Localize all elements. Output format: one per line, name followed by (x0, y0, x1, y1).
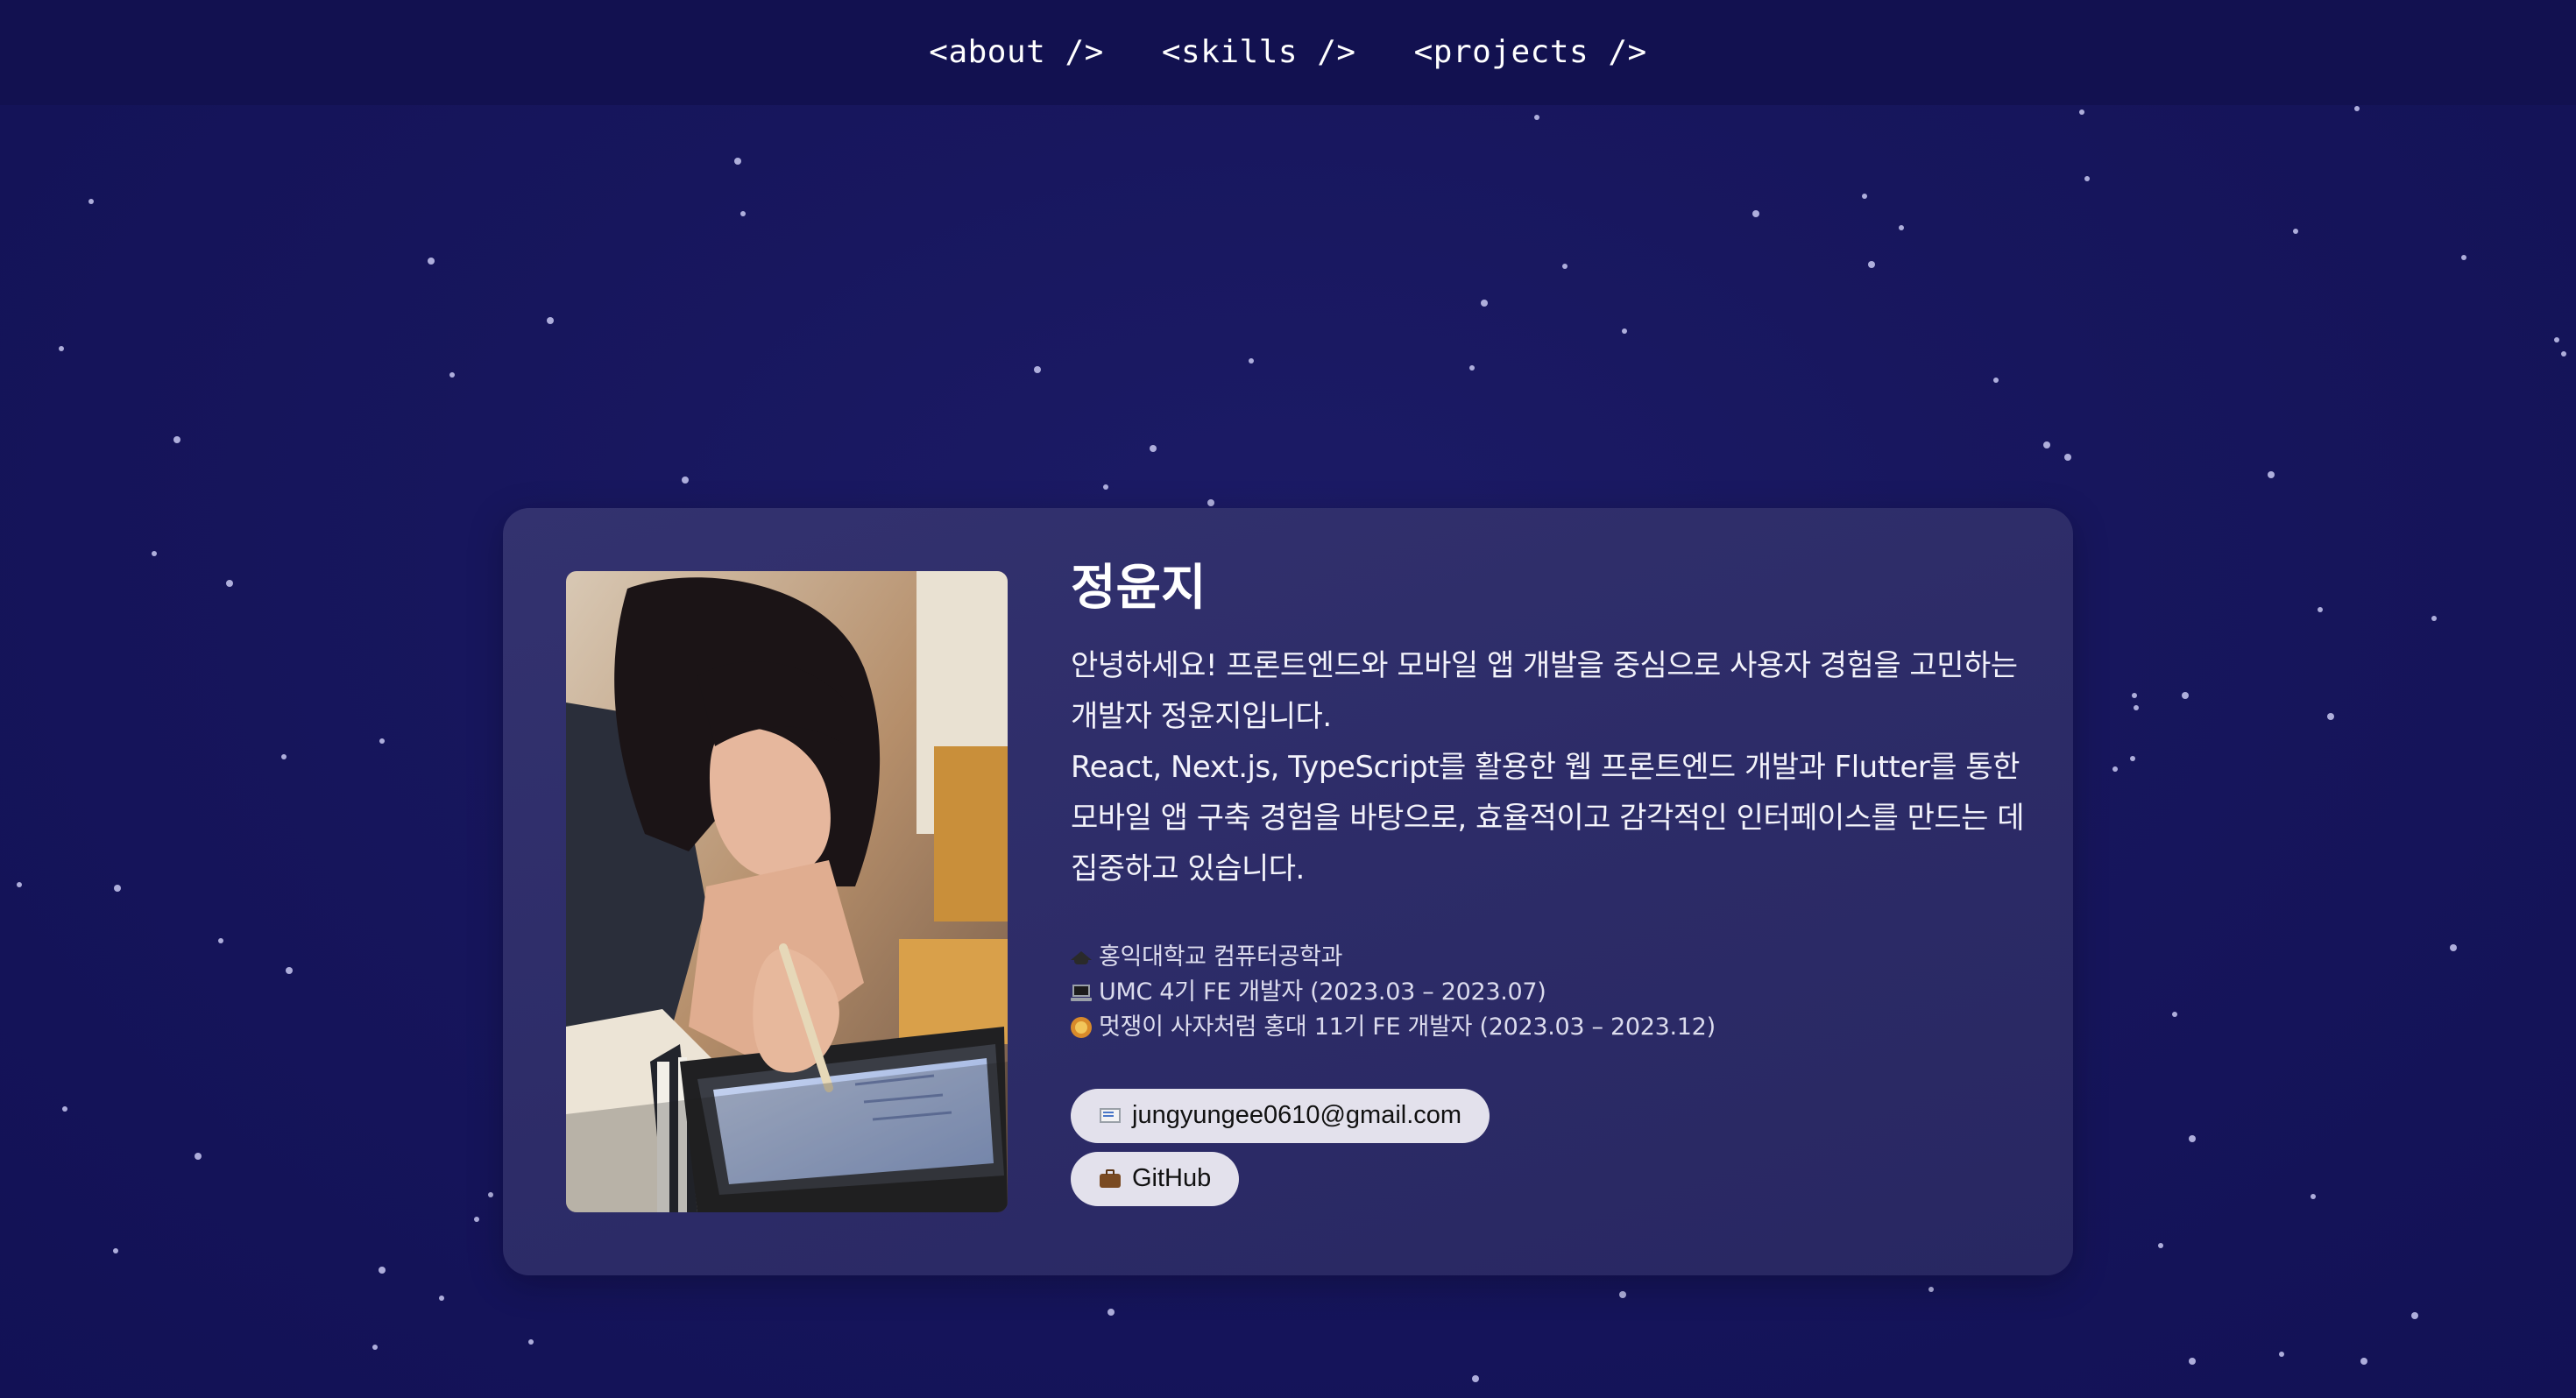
detail-text: 홍익대학교 컴퓨터공학과 (1099, 943, 1343, 971)
detail-text: UMC 4기 FE 개발자 (2023.03 – 2023.07) (1099, 978, 1546, 1006)
detail-umc: UMC 4기 FE 개발자 (2023.03 – 2023.07) (1071, 975, 2035, 1010)
detail-education: 홍익대학교 컴퓨터공학과 (1071, 940, 2035, 975)
profile-photo-illustration (566, 571, 1008, 1212)
github-button[interactable]: GitHub (1071, 1151, 1240, 1206)
profile-intro: 안녕하세요! 프론트엔드와 모바일 앱 개발을 중심으로 사용자 경험을 고민하… (1071, 640, 2035, 894)
laptop-icon (1071, 982, 1092, 1003)
nav-about-link[interactable]: <about /> (929, 37, 1104, 68)
profile-name: 정윤지 (1071, 560, 1207, 617)
nav-projects-link[interactable]: <projects /> (1414, 37, 1647, 68)
briefcase-icon (1099, 1169, 1123, 1189)
detail-text: 멋쟁이 사자처럼 홍대 11기 FE 개발자 (2023.03 – 2023.1… (1099, 1013, 1716, 1041)
email-button[interactable]: jungyungee0610@gmail.com (1071, 1088, 1490, 1143)
profile-details: 홍익대학교 컴퓨터공학과 UMC 4기 FE 개발자 (2023.03 – 20… (1071, 940, 2035, 1045)
intro-paragraph-1: 안녕하세요! 프론트엔드와 모바일 앱 개발을 중심으로 사용자 경험을 고민하… (1071, 647, 2018, 734)
contact-links: jungyungee0610@gmail.com GitHub (1071, 1088, 2035, 1206)
profile-info: 정윤지 안녕하세요! 프론트엔드와 모바일 앱 개발을 중심으로 사용자 경험을… (1071, 557, 2035, 1206)
lion-icon (1071, 1016, 1092, 1038)
envelope-icon (1099, 1106, 1123, 1126)
graduation-cap-icon (1071, 947, 1092, 968)
nav-skills-link[interactable]: <skills /> (1162, 37, 1356, 68)
intro-paragraph-2: React, Next.js, TypeScript를 활용한 웹 프론트엔드 … (1071, 749, 2025, 886)
profile-photo (566, 571, 1008, 1212)
detail-likelion: 멋쟁이 사자처럼 홍대 11기 FE 개발자 (2023.03 – 2023.1… (1071, 1010, 2035, 1045)
top-navigation: <about /> <skills /> <projects /> (0, 0, 2576, 105)
email-label: jungyungee0610@gmail.com (1132, 1101, 1462, 1130)
profile-card: 정윤지 안녕하세요! 프론트엔드와 모바일 앱 개발을 중심으로 사용자 경험을… (503, 508, 2073, 1275)
github-label: GitHub (1132, 1164, 1212, 1193)
